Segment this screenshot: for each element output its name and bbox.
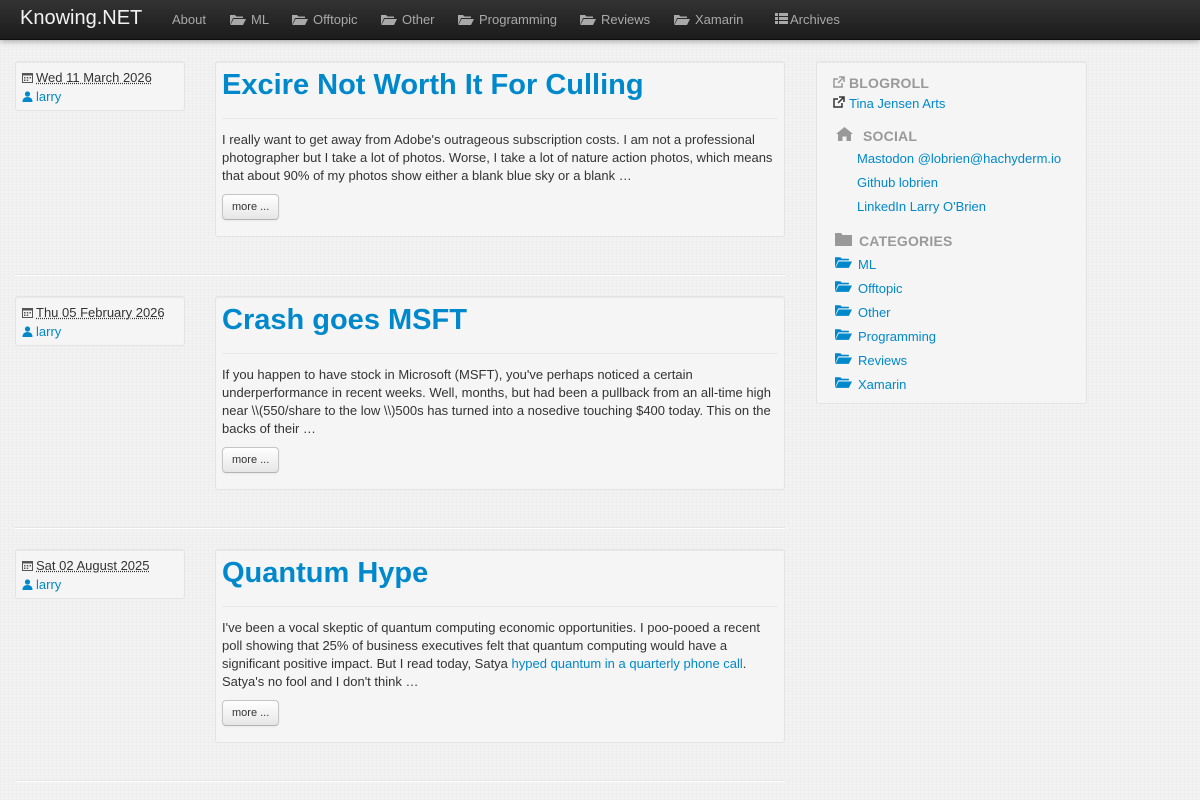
nav-xamarin[interactable]: Xamarin [674,12,743,27]
post-author-link[interactable]: larry [36,322,61,341]
nav-ml[interactable]: ML [230,12,269,27]
social-link-mastodon[interactable]: Mastodon @lobrien@hachyderm.io [857,151,1061,166]
category-link-label: Offtopic [858,280,903,296]
post-meta: Sat 02 August 2025 larry [15,549,185,599]
folder-open-icon [458,14,474,26]
post-separator [15,527,785,529]
post-date: Thu 05 February 2026 [36,305,165,320]
nav-about-label: About [172,12,206,27]
nav-reviews-label: Reviews [601,12,651,27]
nav-archives[interactable]: Archives [775,12,840,27]
categories-header-label: CATEGORIES [859,232,953,249]
external-link-icon [833,96,845,111]
category-link-label: Reviews [858,352,908,368]
social-link-linkedin[interactable]: LinkedIn Larry O'Brien [857,199,986,214]
post-meta: Wed 11 March 2026 larry [15,61,185,111]
post-date: Sat 02 August 2025 [36,558,150,573]
user-icon [22,579,33,590]
blogroll-link[interactable]: Tina Jensen Arts [833,96,945,111]
calendar-icon [22,72,33,83]
category-link-label: Programming [858,328,937,344]
folder-open-icon [674,14,690,26]
read-more-button[interactable]: more ... [222,447,280,473]
blogroll-header: BLOGROLL [833,75,929,91]
nav-other-label: Other [402,12,435,27]
post-meta: Thu 05 February 2026 larry [15,296,185,346]
folder-open-icon [292,14,308,26]
folder-open-icon [835,280,852,296]
category-link-programming[interactable]: Programming [835,328,936,344]
home-icon [836,127,853,144]
nav-archives-label: Archives [790,12,840,27]
post-author-link[interactable]: larry [36,575,61,594]
user-icon [22,326,33,337]
categories-header: CATEGORIES [835,232,953,249]
blogroll-header-label: BLOGROLL [849,75,930,91]
social-link-github[interactable]: Github lobrien [857,175,938,190]
nav-reviews[interactable]: Reviews [580,12,650,27]
category-link-other[interactable]: Other [835,304,891,320]
post-card: Quantum Hype I've been a vocal skeptic o… [215,549,785,743]
category-link-xamarin[interactable]: Xamarin [835,376,906,392]
nav-programming-label: Programming [479,12,558,27]
nav-ml-label: ML [251,12,270,27]
calendar-icon [22,307,33,318]
folder-open-icon [835,328,852,344]
post-divider [222,606,778,607]
post-excerpt: I really want to get away from Adobe's o… [222,132,773,183]
post-excerpt: If you happen to have stock in Microsoft… [222,367,771,436]
nav-offtopic[interactable]: Offtopic [292,12,358,27]
category-link-label: Other [858,304,891,320]
folder-open-icon [835,304,852,320]
post-title-link[interactable]: Excire Not Worth It For Culling [222,62,778,118]
post-card: Crash goes MSFT If you happen to have st… [215,296,785,490]
post-author-link[interactable]: larry [36,87,61,106]
brand-logo-link[interactable]: Knowing.NET [20,7,142,30]
category-link-label: ML [858,256,877,272]
folder-open-icon [580,14,596,26]
nav-other[interactable]: Other [381,12,435,27]
read-more-button[interactable]: more ... [222,194,280,220]
post-date: Wed 11 March 2026 [36,70,152,85]
user-icon [22,91,33,102]
category-link-label: Xamarin [858,376,907,392]
social-header-label: SOCIAL [863,127,918,144]
folder-icon [835,232,852,249]
post-title-link[interactable]: Quantum Hype [222,550,778,606]
post-separator [15,274,785,276]
post-divider [222,118,778,119]
folder-open-icon [835,256,852,272]
post-title-link[interactable]: Crash goes MSFT [222,297,778,353]
nav-offtopic-label: Offtopic [313,12,358,27]
category-link-reviews[interactable]: Reviews [835,352,907,368]
folder-open-icon [230,14,246,26]
post-excerpt: I've been a vocal skeptic of quantum com… [222,619,778,691]
post-divider [222,353,778,354]
nav-about[interactable]: About [172,12,206,27]
blogroll-link-label: Tina Jensen Arts [849,96,946,111]
top-navbar: Knowing.NET About ML Offtopic Other Prog… [0,0,1200,40]
list-icon [775,12,788,27]
calendar-icon [22,560,33,571]
folder-open-icon [381,14,397,26]
folder-open-icon [835,352,852,368]
post-card: Excire Not Worth It For Culling I really… [215,61,785,237]
read-more-button[interactable]: more ... [222,700,280,726]
social-header: SOCIAL [836,127,917,144]
external-link-icon [833,75,845,91]
post-separator [15,780,785,782]
sidebar: BLOGROLL Tina Jensen Arts SOCIAL Mastodo… [816,61,1087,404]
nav-xamarin-label: Xamarin [695,12,744,27]
category-link-ml[interactable]: ML [835,256,876,272]
quantum-hype-link[interactable]: hyped quantum in a quarterly phone call [512,656,743,671]
category-link-offtopic[interactable]: Offtopic [835,280,903,296]
folder-open-icon [835,376,852,392]
nav-programming[interactable]: Programming [458,12,557,27]
